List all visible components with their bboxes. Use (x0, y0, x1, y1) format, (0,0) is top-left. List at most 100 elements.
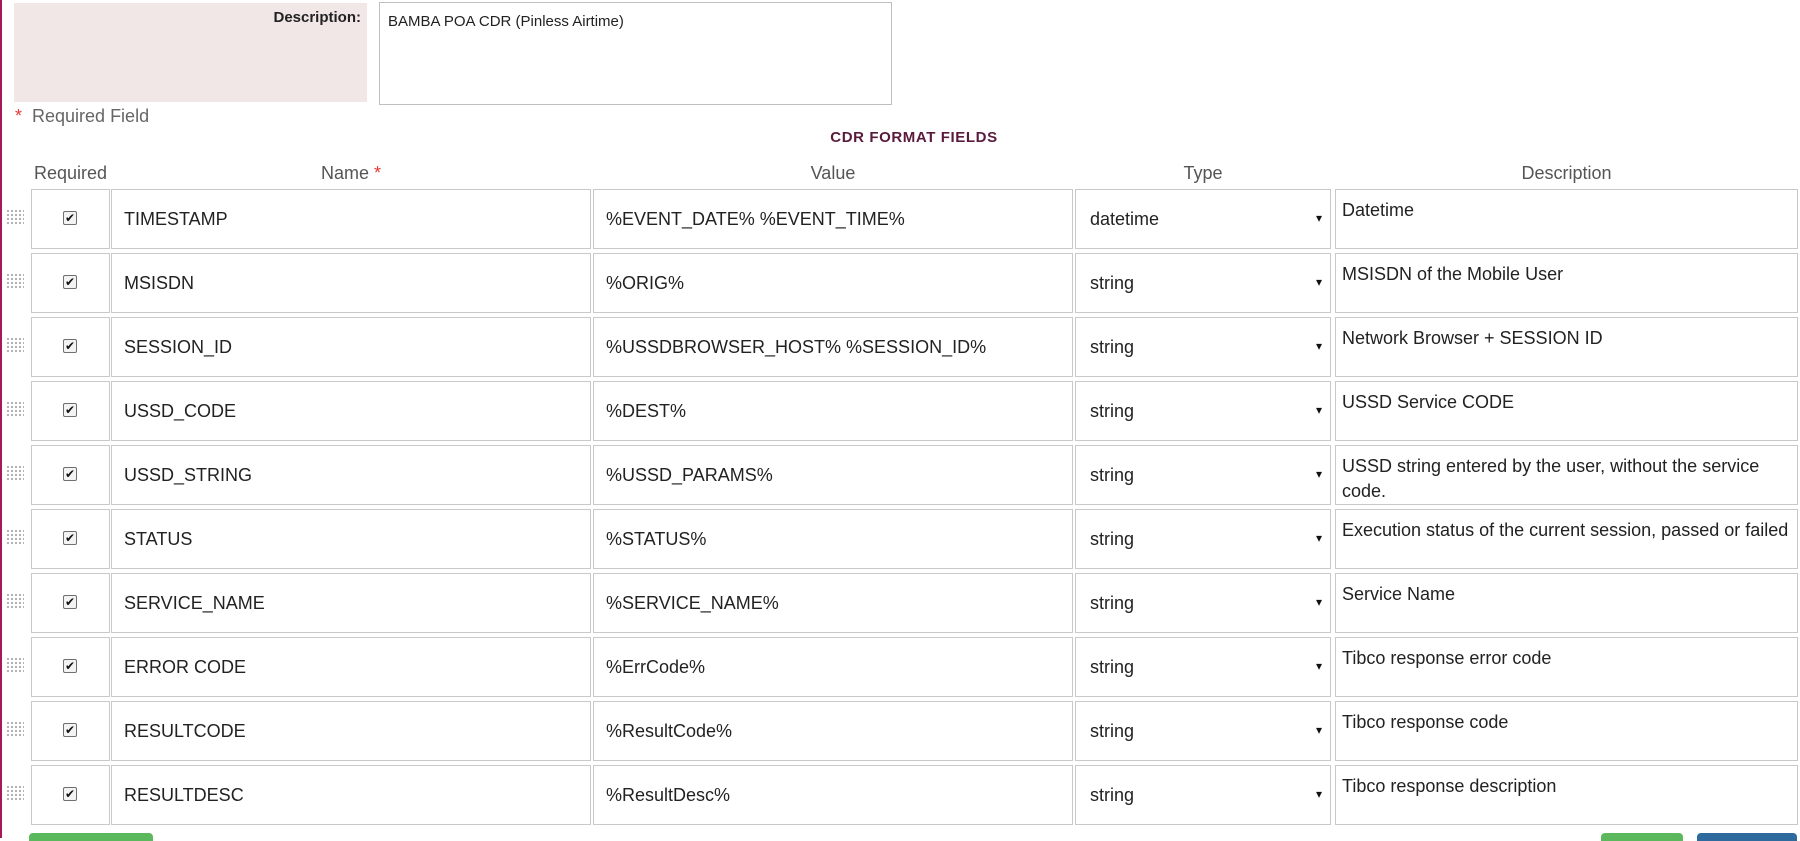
save-button[interactable] (1601, 833, 1683, 841)
required-checkbox[interactable]: ✔ (63, 787, 77, 801)
required-checkbox[interactable]: ✔ (63, 211, 77, 225)
required-checkbox[interactable]: ✔ (63, 467, 77, 481)
required-checkbox[interactable]: ✔ (63, 339, 77, 353)
value-input[interactable]: %USSD_PARAMS% (593, 445, 1073, 505)
column-header-name: Name * (111, 163, 591, 184)
chevron-down-icon: ▾ (1315, 723, 1322, 737)
chevron-down-icon: ▾ (1315, 787, 1322, 801)
value-input[interactable]: %STATUS% (593, 509, 1073, 569)
required-star: * (15, 106, 23, 126)
description-textarea[interactable]: BAMBA POA CDR (Pinless Airtime) (379, 2, 892, 105)
type-select-value: string (1090, 465, 1135, 485)
table-row: ✔ MSISDN %ORIG% string ▾ MSISDN of the Mobile… (0, 251, 1800, 315)
description-input[interactable]: USSD Service CODE (1335, 381, 1798, 441)
description-label: Description: (273, 9, 361, 26)
value-input[interactable]: %ResultDesc% (593, 765, 1073, 825)
table-row: ✔ STATUS %STATUS% string ▾ Execution status … (0, 507, 1800, 571)
value-input[interactable]: %ORIG% (593, 253, 1073, 313)
type-select-value: string (1090, 721, 1135, 741)
type-select-value: string (1090, 657, 1135, 677)
required-checkbox[interactable]: ✔ (63, 531, 77, 545)
description-input[interactable]: USSD string entered by the user, without… (1335, 445, 1798, 505)
type-select-value: string (1090, 593, 1135, 613)
drag-handle-icon[interactable] (6, 273, 24, 289)
description-input[interactable]: MSISDN of the Mobile User (1335, 253, 1798, 313)
drag-handle-icon[interactable] (6, 721, 24, 737)
type-select[interactable]: string ▾ (1075, 509, 1331, 569)
name-input[interactable]: USSD_CODE (111, 381, 591, 441)
drag-handle-icon[interactable] (6, 785, 24, 801)
table-row: ✔ SERVICE_NAME %SERVICE_NAME% string ▾ Servic… (0, 571, 1800, 635)
cancel-button[interactable] (1697, 833, 1797, 841)
chevron-down-icon: ▾ (1315, 595, 1322, 609)
drag-handle-icon[interactable] (6, 209, 24, 225)
column-header-required: Required (33, 163, 108, 183)
description-input[interactable]: Tibco response description (1335, 765, 1798, 825)
drag-handle-icon[interactable] (6, 401, 24, 417)
description-input[interactable]: Tibco response error code (1335, 637, 1798, 697)
type-select-value: string (1090, 401, 1135, 421)
name-input[interactable]: ERROR CODE (111, 637, 591, 697)
type-select-value: string (1090, 273, 1135, 293)
type-select[interactable]: string ▾ (1075, 253, 1331, 313)
required-cell: ✔ (31, 637, 110, 697)
drag-handle-icon[interactable] (6, 465, 24, 481)
name-input[interactable]: USSD_STRING (111, 445, 591, 505)
name-input[interactable]: RESULTDESC (111, 765, 591, 825)
description-input[interactable]: Service Name (1335, 573, 1798, 633)
type-select[interactable]: string ▾ (1075, 381, 1331, 441)
required-checkbox[interactable]: ✔ (63, 275, 77, 289)
name-input[interactable]: MSISDN (111, 253, 591, 313)
description-input[interactable]: Network Browser + SESSION ID (1335, 317, 1798, 377)
column-header-description: Description (1521, 163, 1612, 183)
value-input[interactable]: %SERVICE_NAME% (593, 573, 1073, 633)
name-input[interactable]: SERVICE_NAME (111, 573, 591, 633)
name-input[interactable]: RESULTCODE (111, 701, 591, 761)
required-cell: ✔ (31, 765, 110, 825)
required-checkbox[interactable]: ✔ (63, 595, 77, 609)
type-select[interactable]: string ▾ (1075, 701, 1331, 761)
value-input[interactable]: %ResultCode% (593, 701, 1073, 761)
chevron-down-icon: ▾ (1315, 275, 1322, 289)
section-title: CDR FORMAT FIELDS (830, 129, 998, 146)
add-field-button[interactable] (29, 833, 153, 841)
type-select[interactable]: string ▾ (1075, 573, 1331, 633)
description-input[interactable]: Tibco response code (1335, 701, 1798, 761)
description-input[interactable]: Execution status of the current session,… (1335, 509, 1798, 569)
required-checkbox[interactable]: ✔ (63, 659, 77, 673)
description-input[interactable]: Datetime (1335, 189, 1798, 249)
type-select[interactable]: string ▾ (1075, 445, 1331, 505)
required-cell: ✔ (31, 445, 110, 505)
table-row: ✔ SESSION_ID %USSDBROWSER_HOST% %SESSION_I… (0, 315, 1800, 379)
column-header-name-label: Name (320, 163, 369, 183)
drag-handle-icon[interactable] (6, 657, 24, 673)
column-header-value: Value (810, 163, 856, 183)
required-cell: ✔ (31, 509, 110, 569)
drag-handle-icon[interactable] (6, 593, 24, 609)
chevron-down-icon: ▾ (1315, 659, 1322, 673)
type-select[interactable]: string ▾ (1075, 317, 1331, 377)
value-input[interactable]: %USSDBROWSER_HOST% %SESSION_ID% (593, 317, 1073, 377)
required-checkbox[interactable]: ✔ (63, 723, 77, 737)
required-cell: ✔ (31, 253, 110, 313)
type-select-value: datetime (1090, 209, 1160, 229)
chevron-down-icon: ▾ (1315, 467, 1322, 481)
value-input[interactable]: %EVENT_DATE% %EVENT_TIME% (593, 189, 1073, 249)
name-input[interactable]: TIMESTAMP (111, 189, 591, 249)
value-input[interactable]: %ErrCode% (593, 637, 1073, 697)
table-row: ✔ TIMESTAMP %EVENT_DATE% %EVENT_TIME% datet… (0, 187, 1800, 251)
name-input[interactable]: STATUS (111, 509, 591, 569)
type-select[interactable]: string ▾ (1075, 637, 1331, 697)
drag-handle-icon[interactable] (6, 337, 24, 353)
type-select[interactable]: string ▾ (1075, 765, 1331, 825)
table-row: ✔ USSD_STRING %USSD_PARAMS% string ▾ USSD str… (0, 443, 1800, 507)
value-input[interactable]: %DEST% (593, 381, 1073, 441)
required-checkbox[interactable]: ✔ (63, 403, 77, 417)
description-label-cell: Description: (14, 3, 367, 102)
chevron-down-icon: ▾ (1315, 531, 1322, 545)
column-header-name-required-star: * (374, 163, 382, 183)
required-cell: ✔ (31, 573, 110, 633)
name-input[interactable]: SESSION_ID (111, 317, 591, 377)
type-select[interactable]: datetime ▾ (1075, 189, 1331, 249)
drag-handle-icon[interactable] (6, 529, 24, 545)
